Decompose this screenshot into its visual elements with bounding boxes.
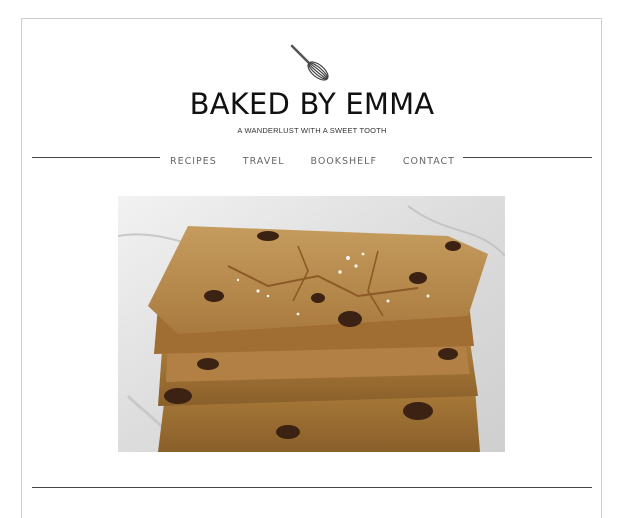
content-divider	[32, 487, 592, 488]
whisk-icon[interactable]	[288, 42, 336, 84]
nav-item-contact[interactable]: CONTACT	[403, 156, 455, 167]
hero-image[interactable]	[118, 196, 505, 452]
blondie-photo	[118, 196, 505, 452]
nav-divider-right	[463, 157, 592, 158]
main-navigation: RECIPES TRAVEL BOOKSHELF CONTACT	[32, 148, 592, 169]
nav-menu: RECIPES TRAVEL BOOKSHELF CONTACT	[170, 151, 455, 169]
site-tagline: A WANDERLUST WITH A SWEET TOOTH	[237, 126, 387, 135]
nav-item-travel[interactable]: TRAVEL	[243, 156, 285, 167]
nav-item-recipes[interactable]: RECIPES	[170, 156, 217, 167]
nav-divider-left	[32, 157, 160, 158]
nav-item-bookshelf[interactable]: BOOKSHELF	[310, 156, 376, 167]
site-title[interactable]: BAKED BY EMMA	[0, 84, 624, 124]
